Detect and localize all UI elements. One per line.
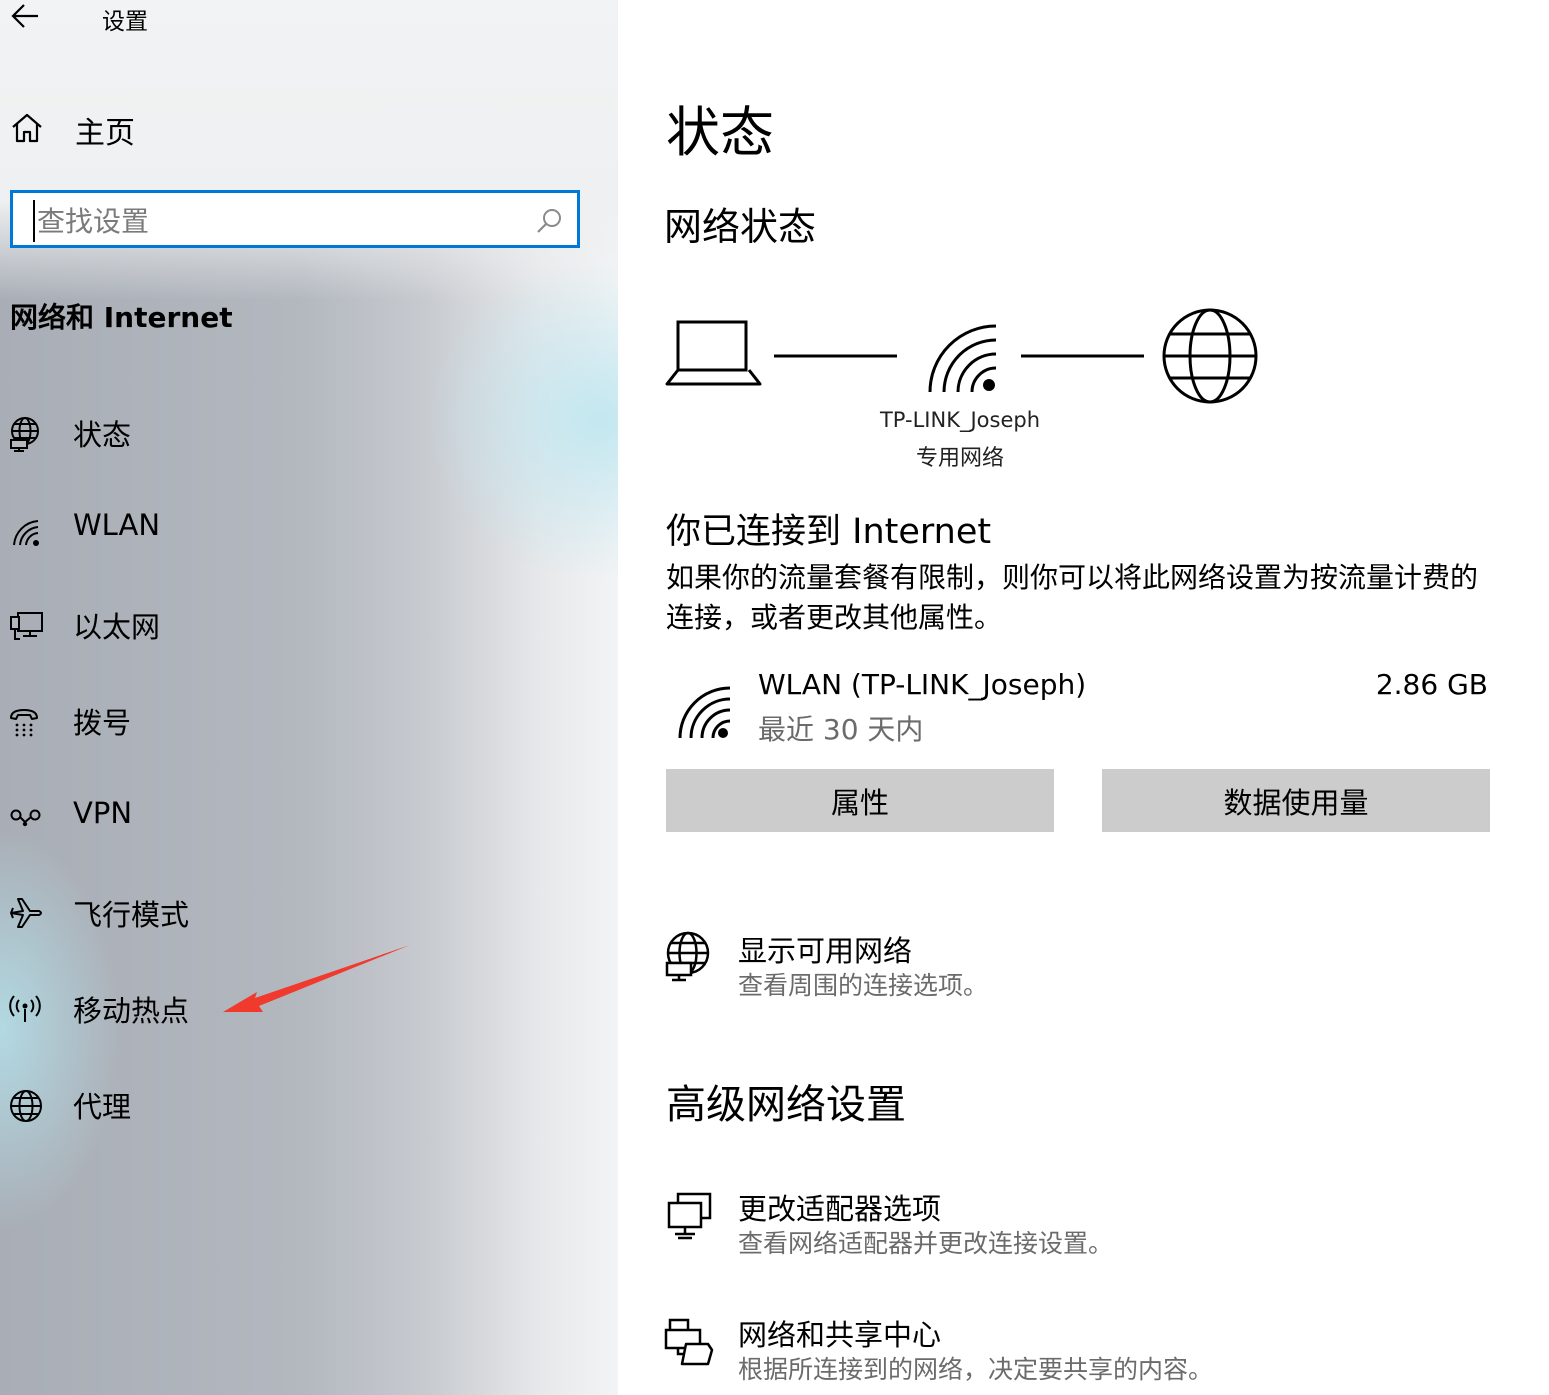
connected-title: 你已连接到 Internet (666, 512, 992, 552)
sidebar-item-label: 状态 (73, 418, 132, 452)
sidebar-item-vpn[interactable]: VPN (0, 786, 600, 846)
properties-button[interactable]: 属性 (666, 769, 1054, 832)
network-status-icon (10, 417, 39, 452)
connection-usage: 2.86 GB (1375, 668, 1488, 701)
data-usage-button[interactable]: 数据使用量 (1102, 769, 1490, 832)
sidebar-item-home[interactable]: 主页 (0, 100, 600, 156)
adapter-monitor-icon (667, 1192, 712, 1240)
sidebar-item-label: 主页 (75, 116, 135, 151)
back-arrow-icon (11, 4, 38, 28)
wifi-signal-icon (928, 324, 997, 393)
laptop-icon (665, 320, 762, 386)
sharing-center-icon (664, 1318, 714, 1366)
sidebar-item-label: 移动热点 (73, 994, 190, 1028)
wifi-icon (13, 520, 39, 546)
link-description: 查看网络适配器并更改连接设置。 (738, 1229, 1114, 1258)
internet-globe-icon (1162, 308, 1258, 404)
network-name: TP-LINK_Joseph (879, 408, 1041, 432)
annotation-arrow (223, 945, 410, 1012)
hotspot-icon (9, 995, 41, 1022)
link-title: 网络和共享中心 (738, 1318, 942, 1352)
sidebar-item-label: 飞行模式 (73, 898, 190, 932)
advanced-settings-heading: 高级网络设置 (666, 1082, 906, 1128)
link-title: 更改适配器选项 (738, 1192, 942, 1226)
network-type: 专用网络 (915, 446, 1004, 471)
sidebar-item-label: WLAN (73, 508, 161, 542)
network-status-heading: 网络状态 (664, 205, 817, 249)
ethernet-icon (10, 612, 43, 640)
connection-period: 最近 30 天内 (758, 713, 924, 746)
wifi-icon (678, 686, 731, 739)
vpn-icon (10, 809, 41, 827)
link-description: 查看周围的连接选项。 (738, 971, 989, 1000)
link-title: 显示可用网络 (738, 934, 913, 968)
sidebar-item-ethernet[interactable]: 以太网 (0, 594, 600, 654)
section-title: 网络和 Internet (10, 301, 233, 334)
network-sharing-center-link[interactable]: 网络和共享中心 根据所连接到的网络，决定要共享的内容。 (664, 1312, 1484, 1388)
back-button[interactable] (8, 0, 48, 34)
sidebar-item-airplane[interactable]: 飞行模式 (0, 882, 600, 942)
app-title: 设置 (102, 9, 148, 35)
connected-description: 如果你的流量套餐有限制，则你可以将此网络设置为按流量计费的连接，或者更改其他属性… (666, 561, 1479, 634)
sidebar-item-dialup[interactable]: 拨号 (0, 690, 600, 750)
connection-name: WLAN (TP-LINK_Joseph) (758, 668, 1087, 701)
dial-up-icon (10, 709, 38, 737)
network-status-icon (665, 931, 710, 982)
link-description: 根据所连接到的网络，决定要共享的内容。 (738, 1355, 1214, 1384)
network-diagram (665, 308, 1258, 404)
search-icon[interactable] (535, 207, 563, 235)
globe-icon (10, 1090, 42, 1122)
sidebar-item-status[interactable]: 状态 (0, 402, 600, 462)
show-available-networks-link[interactable]: 显示可用网络 查看周围的连接选项。 (664, 928, 1484, 1004)
home-icon (12, 113, 42, 143)
change-adapter-options-link[interactable]: 更改适配器选项 查看网络适配器并更改连接设置。 (664, 1186, 1484, 1262)
search-box[interactable] (10, 190, 580, 248)
main-content: 状态 网络状态 TP-LINK_Joseph 专用网络 你已连接到 Intern… (618, 0, 1549, 1395)
search-input[interactable] (33, 200, 519, 242)
sidebar-item-proxy[interactable]: 代理 (0, 1074, 600, 1134)
sidebar-item-label: 拨号 (73, 706, 132, 740)
sidebar-item-label: 代理 (73, 1090, 132, 1124)
sidebar: 设置 主页 网络和 Internet 状态 WLA (0, 0, 618, 1395)
sidebar-item-wlan[interactable]: WLAN (0, 498, 600, 558)
connection-row: WLAN (TP-LINK_Joseph) 最近 30 天内 2.86 GB (666, 666, 1496, 756)
page-title: 状态 (666, 101, 774, 164)
sidebar-item-label: VPN (73, 796, 133, 830)
airplane-icon (10, 898, 42, 928)
sidebar-item-label: 以太网 (73, 610, 161, 644)
